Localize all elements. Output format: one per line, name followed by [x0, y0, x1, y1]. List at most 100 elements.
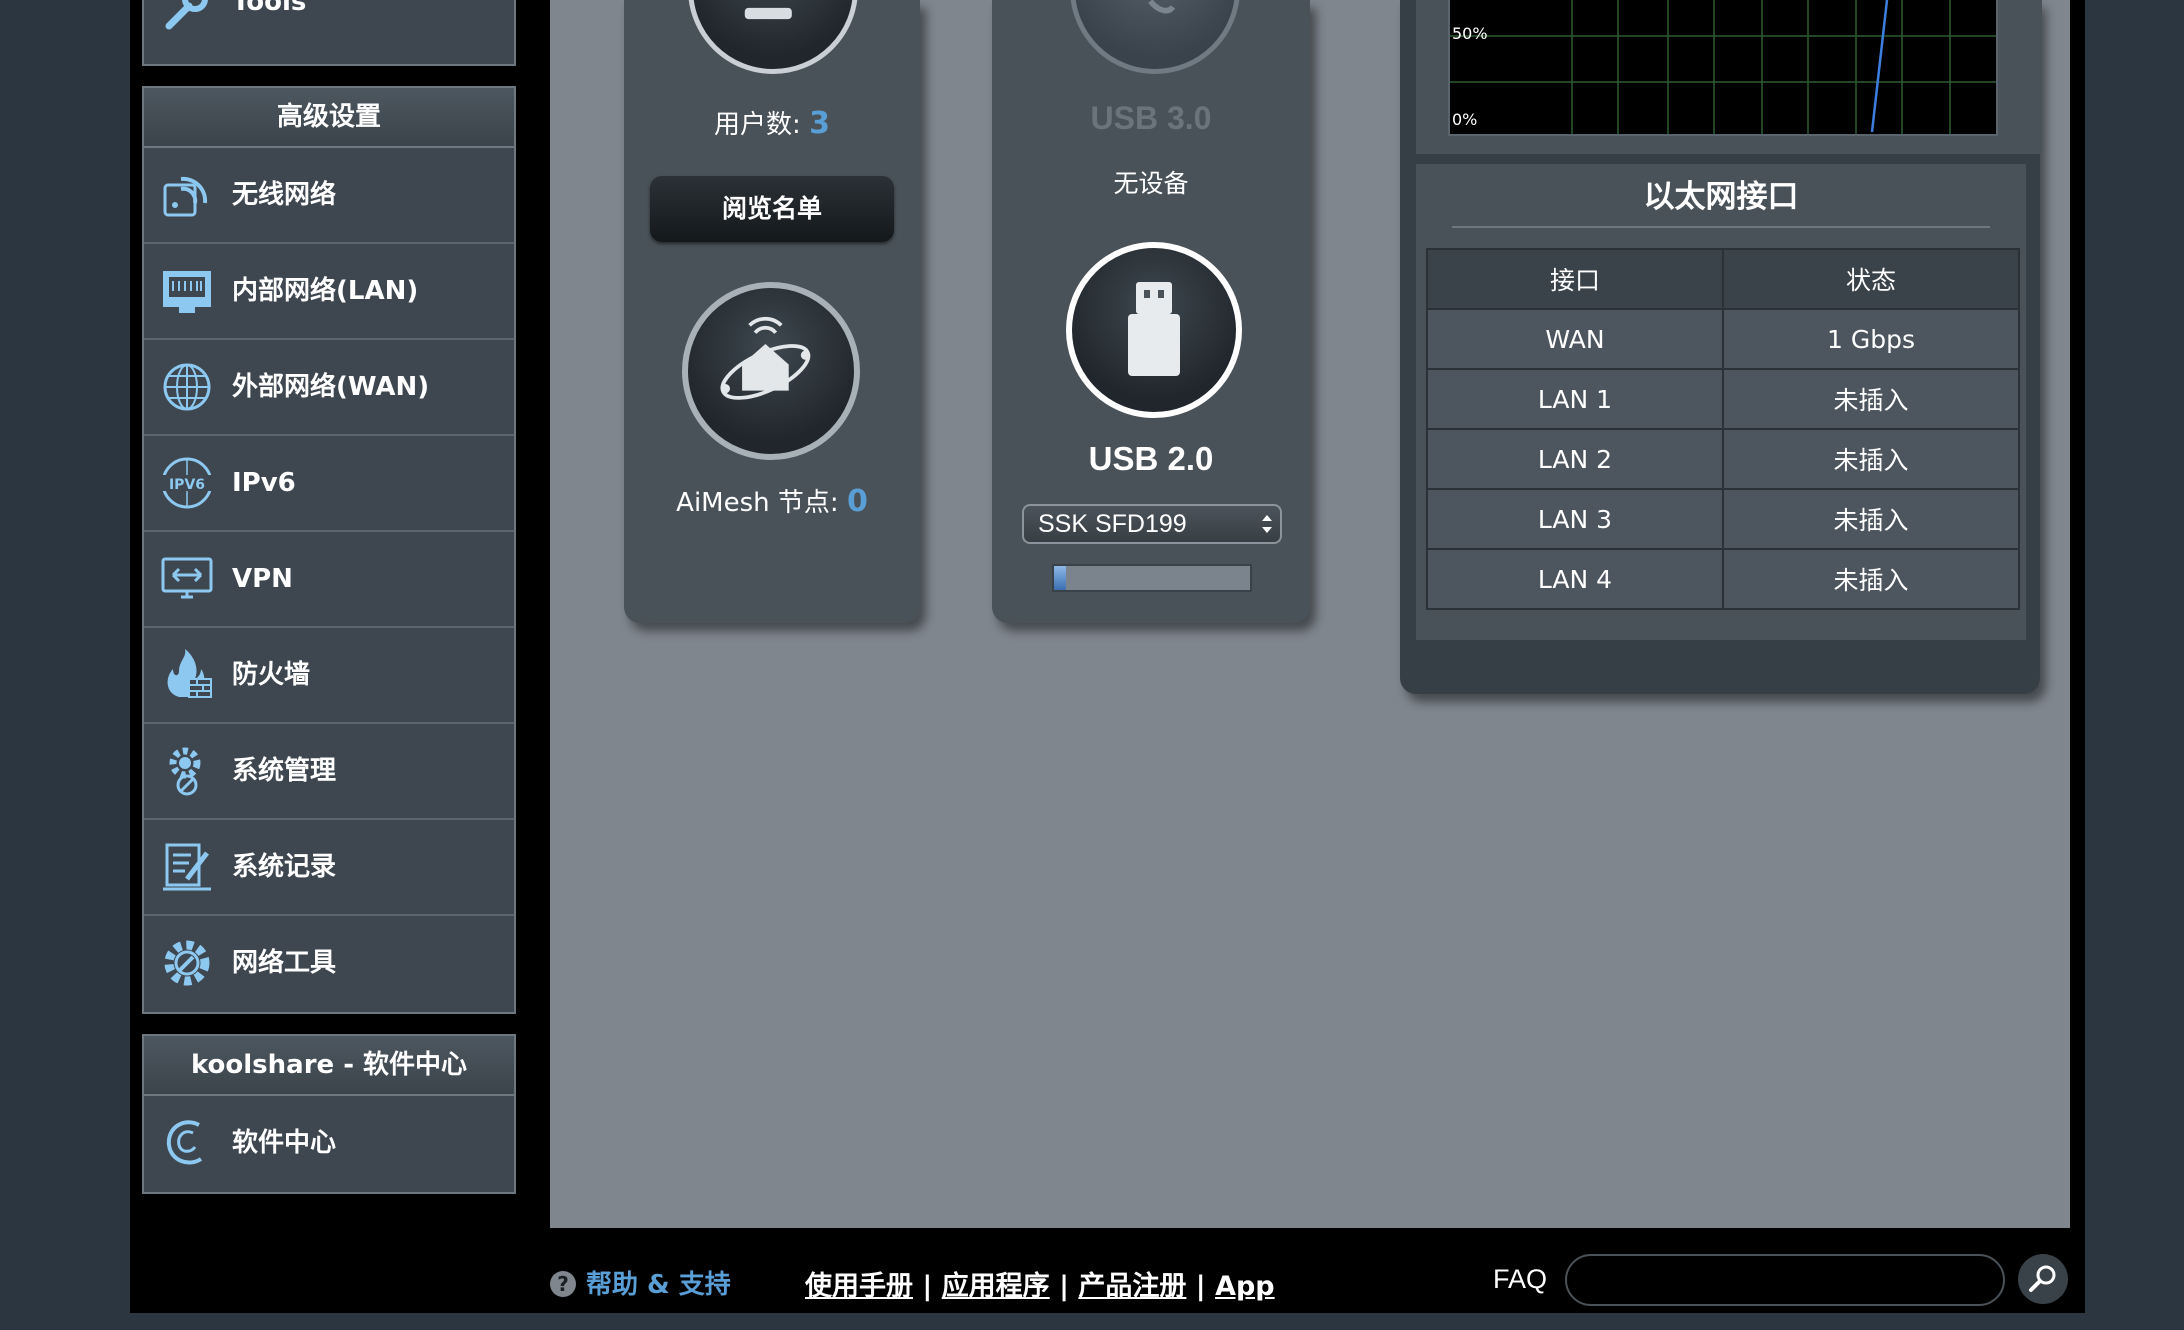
port-name: LAN 1 [1426, 368, 1724, 430]
manual-link[interactable]: 使用手册 [805, 1271, 913, 1302]
faq-search-button[interactable] [2018, 1254, 2068, 1304]
port-status: 未插入 [1722, 428, 2020, 490]
footer-separator: | [1059, 1271, 1069, 1302]
sidebar-item-label: 系统记录 [232, 852, 337, 882]
product-registration-link[interactable]: 产品注册 [1078, 1271, 1186, 1302]
software-center-title: koolshare - 软件中心 [144, 1036, 514, 1096]
cpu-usage-line [1870, 0, 1889, 133]
sidebar-item-vpn[interactable]: VPN [144, 532, 514, 628]
table-row: LAN 2 未插入 [1426, 428, 2020, 490]
sidebar-item-wireless[interactable]: 无线网络 [144, 148, 514, 244]
footer-links: 使用手册 | 应用程序 | 产品注册 | App [805, 1264, 1275, 1303]
ethernet-title: 以太网接口 [1643, 179, 1799, 215]
usb-drive-icon [1128, 282, 1180, 376]
view-client-list-button[interactable]: 阅览名单 [650, 176, 894, 242]
wrench-icon [165, 0, 208, 30]
sidebar-item-firewall[interactable]: 防火墙 [144, 628, 514, 724]
log-icon [163, 843, 211, 891]
port-status: 未插入 [1722, 368, 2020, 430]
usb-panel: USB 3.0 无设备 USB 2.0 SSK SFD199 [992, 0, 1310, 623]
sidebar-item-label: VPN [232, 564, 293, 594]
usb2-usage-fill [1054, 566, 1066, 590]
sidebar-item-tools[interactable]: Tools [144, 0, 514, 42]
sidebar-item-system-log[interactable]: 系统记录 [144, 820, 514, 916]
vpn-icon [161, 557, 213, 599]
table-row: LAN 3 未插入 [1426, 488, 2020, 550]
lan-icon [163, 271, 211, 313]
sidebar-item-label: IPv6 [232, 468, 296, 498]
aimesh-icon-circle[interactable] [682, 282, 860, 460]
usb2-device-select[interactable]: SSK SFD199 [1022, 504, 1282, 544]
ethernet-title-divider [1452, 226, 1990, 228]
cpu-chart-grid [1450, 0, 1996, 134]
aimesh-node-label: AiMesh 节点: [676, 488, 839, 518]
cpu-chart-label-0: 0% [1452, 110, 1478, 129]
sidebar-item-ipv6[interactable]: IPV6 IPv6 [144, 436, 514, 532]
cpu-chart: 50% 0% [1448, 0, 1998, 136]
ethernet-table: 接口 状态 WAN 1 Gbps LAN 1 未插入 LAN 2 未插入 LAN… [1426, 248, 2020, 610]
wireless-icon [163, 176, 208, 217]
usb2-icon-circle[interactable] [1066, 242, 1242, 418]
help-support-link[interactable]: ? 帮助 & 支持 [550, 1264, 731, 1301]
advanced-settings-title: 高级设置 [144, 88, 514, 148]
select-arrows-icon [1262, 515, 1272, 533]
sidebar-item-wan[interactable]: 外部网络(WAN) [144, 340, 514, 436]
sidebar-item-lan[interactable]: 内部网络(LAN) [144, 244, 514, 340]
tools-box: Tools [142, 0, 516, 66]
faq-label: FAQ [1493, 1264, 1548, 1294]
port-name: LAN 2 [1426, 428, 1724, 490]
usb3-label: USB 3.0 [1090, 100, 1212, 136]
port-status: 未插入 [1722, 548, 2020, 610]
client-count-row: 用户数: 3 [624, 104, 920, 145]
advanced-settings-menu: 高级设置 无线网络 内部网络(LAN) 外部网络(WAN) IPV6 IPv6 … [142, 86, 516, 1014]
help-support-label: 帮助 & 支持 [586, 1270, 731, 1300]
help-question-icon: ? [550, 1271, 576, 1297]
svg-text:IPV6: IPV6 [169, 477, 205, 493]
usb3-icon-circle[interactable] [1070, 0, 1240, 74]
sidebar-item-label: 外部网络(WAN) [232, 372, 430, 402]
table-row: WAN 1 Gbps [1426, 308, 2020, 370]
software-center-menu: koolshare - 软件中心 软件中心 [142, 1034, 516, 1194]
aimesh-icon [720, 316, 811, 400]
sidebar-item-label: 网络工具 [232, 948, 337, 978]
sidebar-item-label: 系统管理 [232, 756, 337, 786]
admin-gear-icon [169, 747, 201, 796]
port-name: LAN 3 [1426, 488, 1724, 550]
port-name: LAN 4 [1426, 548, 1724, 610]
clients-icon [744, 7, 792, 20]
sidebar-item-label: Tools [232, 0, 307, 17]
footer-separator: | [1195, 1271, 1206, 1302]
sidebar-item-label: 软件中心 [232, 1128, 337, 1158]
column-header-port: 接口 [1426, 248, 1724, 310]
table-row: LAN 1 未插入 [1426, 368, 2020, 430]
firewall-icon [167, 649, 212, 698]
client-count-value: 3 [809, 106, 830, 141]
client-count-label: 用户数: [714, 110, 801, 140]
wan-globe-icon [163, 363, 211, 411]
faq-search-input[interactable] [1565, 1254, 2005, 1306]
usb3-status: 无设备 [1113, 169, 1189, 198]
sidebar-item-label: 无线网络 [232, 180, 337, 210]
table-row: LAN 4 未插入 [1426, 548, 2020, 610]
app-link[interactable]: App [1215, 1271, 1275, 1302]
sidebar-item-administration[interactable]: 系统管理 [144, 724, 514, 820]
port-name: WAN [1426, 308, 1724, 370]
usb3-icon [1148, 0, 1176, 14]
sidebar-item-software-center[interactable]: 软件中心 [144, 1096, 514, 1190]
cpu-usage-panel: 50% 0% [1416, 0, 2042, 154]
aimesh-node-row: AiMesh 节点: 0 [624, 482, 920, 523]
clients-icon-circle[interactable] [688, 0, 858, 74]
sidebar-item-network-tools[interactable]: 网络工具 [144, 916, 514, 1010]
footer: ? 帮助 & 支持 使用手册 | 应用程序 | 产品注册 | App FAQ [550, 1238, 2080, 1308]
software-center-icon [166, 1120, 203, 1165]
usb2-label: USB 2.0 [1088, 440, 1214, 477]
table-header-row: 接口 状态 [1426, 248, 2020, 310]
sidebar-item-label: 防火墙 [232, 660, 311, 690]
cpu-chart-label-50: 50% [1452, 24, 1488, 43]
utility-link[interactable]: 应用程序 [942, 1271, 1050, 1302]
footer-separator: | [922, 1271, 933, 1302]
main-content: 用户数: 3 阅览名单 AiMesh 节点: 0 USB 3.0 无设备 USB… [550, 0, 2070, 1228]
port-status: 未插入 [1722, 488, 2020, 550]
clients-panel: 用户数: 3 阅览名单 AiMesh 节点: 0 [624, 0, 920, 623]
ipv6-icon: IPV6 [161, 457, 213, 509]
